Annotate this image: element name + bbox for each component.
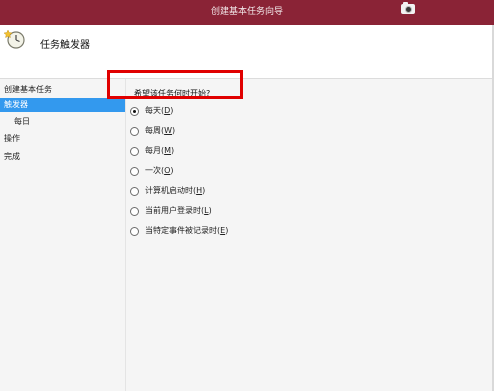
access-key: W [164, 126, 173, 135]
trigger-option[interactable]: 一次(O) [130, 164, 174, 178]
paren-close: ) [208, 206, 212, 215]
paren-close: ) [171, 146, 175, 155]
option-label: 当特定事件被记录时 [145, 226, 217, 235]
trigger-option[interactable]: 当特定事件被记录时(E) [130, 224, 228, 238]
trigger-option[interactable]: 每天(D) [130, 104, 173, 118]
clock-task-icon [4, 29, 25, 49]
paren-close: ) [202, 186, 206, 195]
paren-close: ) [170, 166, 174, 175]
radio-unchecked-icon[interactable] [130, 126, 139, 136]
sidebar-step-item[interactable]: 操作 [0, 132, 125, 146]
window-title: 创建基本任务向导 [210, 7, 283, 17]
wizard-header: 任务触发器 [0, 25, 494, 79]
option-label: 计算机启动时 [145, 186, 193, 195]
wizard-body: 创建基本任务 触发器 每日 操作 完成 希望该任务何时开始? 每天(D) 每周(W) 每月(… [0, 79, 494, 391]
trigger-option[interactable]: 当前用户登录时(L) [130, 204, 212, 218]
option-label: 每月 [145, 146, 161, 155]
paren-close: ) [225, 226, 229, 235]
title-bar: 创建基本任务向导 [0, 0, 494, 25]
sidebar-step-item[interactable]: 完成 [0, 150, 125, 164]
paren-close: ) [170, 106, 174, 115]
page-title: 任务触发器 [40, 40, 90, 51]
radio-unchecked-icon[interactable] [130, 146, 139, 156]
sidebar-step-item[interactable]: 每日 [0, 115, 125, 129]
wizard-steps-sidebar: 创建基本任务 触发器 每日 操作 完成 [0, 79, 126, 391]
option-label: 每天 [145, 106, 161, 115]
option-label: 一次 [145, 166, 161, 175]
option-label: 每周 [145, 126, 161, 135]
radio-unchecked-icon[interactable] [130, 166, 139, 176]
radio-checked-icon[interactable] [130, 106, 139, 116]
trigger-option[interactable]: 每月(M) [130, 144, 174, 158]
radio-unchecked-icon[interactable] [130, 226, 139, 236]
trigger-option[interactable]: 每周(W) [130, 124, 175, 138]
highlight-box [107, 70, 243, 99]
radio-unchecked-icon[interactable] [130, 206, 139, 216]
sidebar-step-item[interactable]: 触发器 [0, 98, 125, 112]
access-key: M [164, 146, 172, 155]
trigger-content: 希望该任务何时开始? 每天(D) 每周(W) 每月(M) 一次(O) 计算机启动时(H)… [126, 79, 494, 391]
paren-close: ) [172, 126, 176, 135]
option-label: 当前用户登录时 [145, 206, 201, 215]
radio-unchecked-icon[interactable] [130, 186, 139, 196]
trigger-option[interactable]: 计算机启动时(H) [130, 184, 205, 198]
camera-icon[interactable] [401, 2, 415, 14]
